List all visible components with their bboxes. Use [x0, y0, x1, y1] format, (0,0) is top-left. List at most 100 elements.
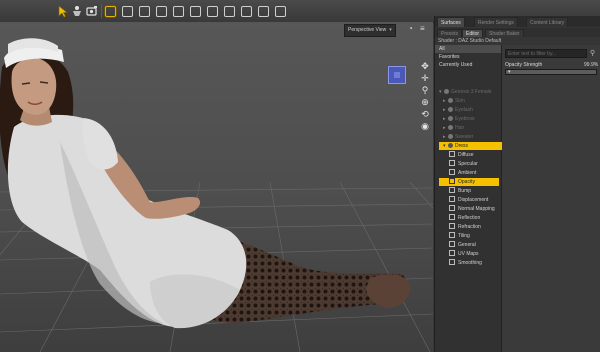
- tree-item-reflection[interactable]: Reflection: [449, 214, 501, 222]
- view-button-6[interactable]: [190, 6, 201, 17]
- tab-shader-baker[interactable]: Shader Baker: [485, 29, 524, 37]
- frame-icon[interactable]: ⊕: [419, 96, 431, 108]
- tree-item-label: Reflection: [458, 215, 481, 221]
- tree-item-label: Normal Mapping: [458, 206, 495, 212]
- tree-item-general[interactable]: General: [449, 241, 501, 249]
- filter-search-input[interactable]: Enter text to filter by...: [505, 49, 587, 58]
- property-group-icon: [449, 214, 455, 220]
- property-group-icon: [449, 178, 455, 184]
- tree-item-eyelash[interactable]: ▸ Eyelash: [443, 106, 501, 114]
- tree-item-label: Smoothing: [458, 260, 482, 266]
- view-button-3[interactable]: [139, 6, 150, 17]
- slider-handle-icon[interactable]: ▾: [508, 69, 514, 75]
- search-icon[interactable]: ⚲: [590, 49, 595, 58]
- camera-icon: [86, 6, 97, 16]
- tree-item-sweater[interactable]: ▸ Sweater: [443, 133, 501, 141]
- property-group-icon: [449, 196, 455, 202]
- property-editor: Enter text to filter by... ⚲ Opacity Str…: [502, 45, 600, 352]
- perspective-view-dropdown[interactable]: Perspective View ▾: [344, 24, 396, 37]
- material-group-icon: [448, 125, 453, 130]
- select-tool-button[interactable]: [56, 4, 70, 18]
- property-group-icon: [449, 169, 455, 175]
- rotate-icon[interactable]: ✥: [419, 60, 431, 72]
- opacity-strength-value[interactable]: 99.9%: [584, 62, 598, 68]
- camera-view-label: Perspective View: [348, 27, 387, 33]
- tree-item-tiling[interactable]: Tiling: [449, 232, 501, 240]
- property-group-icon: [449, 205, 455, 211]
- tree-item-uv-maps[interactable]: UV Maps: [449, 250, 501, 258]
- figure-icon: [444, 89, 449, 94]
- tab-editor[interactable]: Editor: [462, 29, 484, 37]
- view-button-11[interactable]: [275, 6, 286, 17]
- tree-item-figure[interactable]: ▾ Genesis 3 Female: [439, 88, 501, 96]
- opacity-strength-slider[interactable]: ▾: [505, 69, 597, 75]
- tree-item-displacement[interactable]: Displacement: [449, 196, 501, 204]
- view-button-5[interactable]: [173, 6, 184, 17]
- tab-content-library[interactable]: Content Library: [526, 17, 569, 27]
- tree-item-skin[interactable]: ▸ Skin: [443, 97, 501, 105]
- tree-item-refraction[interactable]: Refraction: [449, 223, 501, 231]
- tree-item-label: UV Maps: [458, 251, 479, 257]
- tree-item-label: General: [458, 242, 476, 248]
- pose-icon: [73, 6, 81, 16]
- view-button-4[interactable]: [156, 6, 167, 17]
- material-group-icon: [448, 107, 453, 112]
- property-group-icon: [449, 232, 455, 238]
- tree-item-label: Tiling: [458, 233, 470, 239]
- view-button-9[interactable]: [241, 6, 252, 17]
- reset-icon[interactable]: ⟲: [419, 108, 431, 120]
- property-group-icon: [449, 151, 455, 157]
- tab-presets[interactable]: Presets: [437, 29, 462, 37]
- view-button-1[interactable]: [105, 6, 116, 17]
- filter-currently-used[interactable]: Currently Used: [435, 61, 501, 69]
- view-button-8[interactable]: [224, 6, 235, 17]
- tab-render-settings[interactable]: Render Settings: [474, 17, 518, 27]
- tree-item-bump[interactable]: Bump: [449, 187, 501, 195]
- tree-item-specular[interactable]: Specular: [449, 160, 501, 168]
- viewport-menu-icon[interactable]: ≡: [420, 25, 425, 33]
- property-group-icon: [449, 187, 455, 193]
- tree-item-label: Ambient: [458, 170, 477, 176]
- tree-item-label: Opacity: [458, 179, 475, 185]
- tree-item-normal-mapping[interactable]: Normal Mapping: [449, 205, 501, 213]
- pose-tool-button[interactable]: [70, 4, 84, 18]
- filter-all[interactable]: All: [435, 45, 501, 53]
- property-group-icon: [449, 241, 455, 247]
- tree-item-label: Diffuse: [458, 152, 474, 158]
- surfaces-pane: Surfaces Render Settings Content Library…: [434, 16, 600, 352]
- tree-item-ambient[interactable]: Ambient: [449, 169, 501, 177]
- filter-favorites[interactable]: Favorites: [435, 53, 501, 61]
- material-group-icon: [448, 98, 453, 103]
- tab-surfaces[interactable]: Surfaces: [437, 17, 465, 27]
- surface-tree: All Favorites Currently Used ▾ Genesis 3 …: [435, 45, 503, 352]
- orbit-icon[interactable]: ◉: [419, 120, 431, 132]
- slider-fill: [506, 70, 596, 74]
- pan-icon[interactable]: ✛: [419, 72, 431, 84]
- material-group-icon: [448, 134, 453, 139]
- viewport-options-icon[interactable]: ◔: [408, 25, 413, 33]
- property-group-icon: [449, 259, 455, 265]
- figure-model: [0, 38, 411, 329]
- tree-item-smoothing[interactable]: Smoothing: [449, 259, 501, 267]
- tree-item-label: Sweater: [455, 134, 474, 140]
- tree-item-hair[interactable]: ▸ Hair: [443, 124, 501, 132]
- surfaces-subtab-bar: Presets Editor Shader Baker: [435, 28, 600, 37]
- camera-tool-button[interactable]: [85, 4, 99, 18]
- tree-item-label: Specular: [458, 161, 478, 167]
- view-button-10[interactable]: [258, 6, 269, 17]
- property-group-icon: [449, 223, 455, 229]
- view-cube[interactable]: [388, 66, 406, 84]
- tree-item-label: Genesis 3 Female: [451, 89, 492, 95]
- tree-item-dress[interactable]: ▾ Dress: [439, 142, 503, 150]
- zoom-icon[interactable]: ⚲: [419, 84, 431, 96]
- tree-item-diffuse[interactable]: Diffuse: [449, 151, 501, 159]
- view-button-2[interactable]: [122, 6, 133, 17]
- toolbar-separator: [101, 4, 102, 18]
- property-group-icon: [449, 250, 455, 256]
- tree-item-opacity[interactable]: Opacity: [439, 178, 499, 186]
- tree-item-label: Eyelash: [455, 107, 473, 113]
- tree-item-label: Skin: [455, 98, 465, 104]
- view-button-7[interactable]: [207, 6, 218, 17]
- tree-item-eyebrow[interactable]: ▸ Eyebrow: [443, 115, 501, 123]
- 3d-viewport[interactable]: Perspective View ▾ ◔ ≡ ✥ ✛ ⚲ ⊕ ⟲ ◉: [0, 22, 433, 352]
